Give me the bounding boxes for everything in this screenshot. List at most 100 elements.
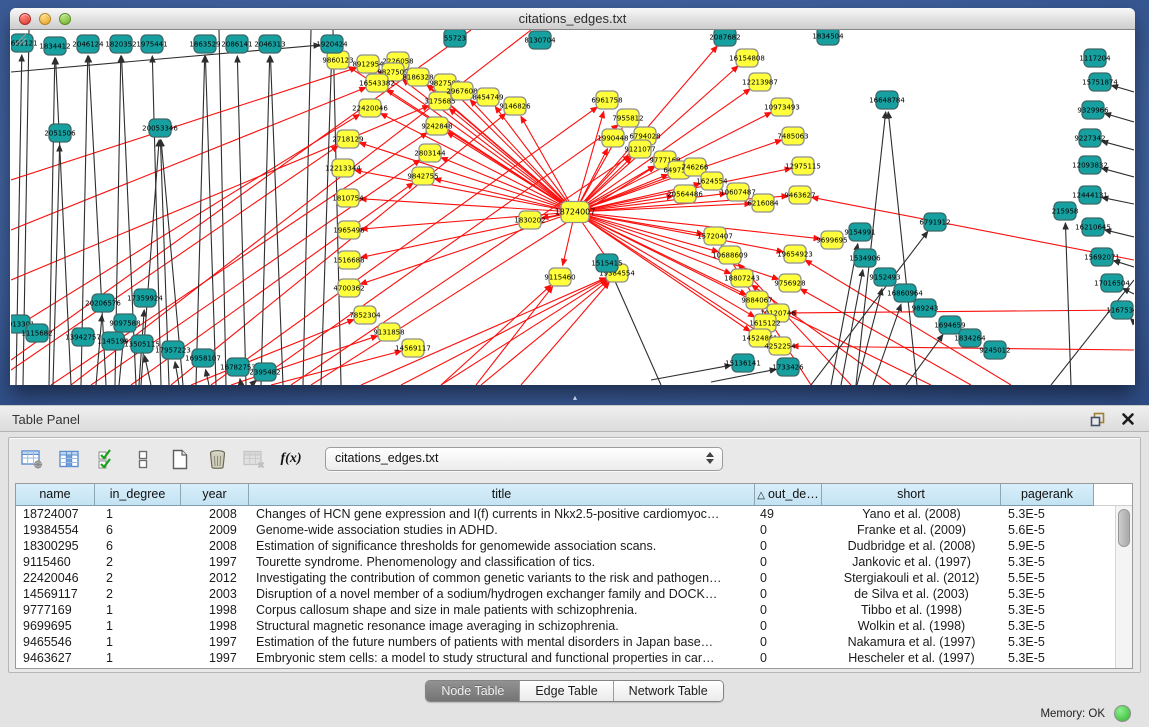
network-window-title: citations_edges.txt [10, 11, 1135, 26]
table-row[interactable]: 969969511998Structural magnetic resonanc… [16, 618, 1132, 634]
column-header-title[interactable]: title [249, 484, 755, 506]
graph-node-label: 1733426 [772, 364, 804, 372]
close-panel-icon[interactable] [1121, 412, 1135, 426]
table-cell: 5.3E-5 [1001, 634, 1094, 650]
tab-edge-table[interactable]: Edge Table [519, 681, 612, 701]
graph-edge [441, 285, 551, 385]
graph-node-label: 1965498 [333, 227, 364, 235]
table-cell: 1998 [181, 602, 249, 618]
column-header-pagerank[interactable]: pagerank [1001, 484, 1094, 506]
graph-edge [1113, 261, 1134, 267]
table-select-dropdown[interactable]: citations_edges.txt [325, 447, 723, 471]
table-cell: 2008 [181, 506, 249, 522]
table-cell: Hescheler et al. (1997) [822, 650, 1001, 666]
table-select-value: citations_edges.txt [335, 451, 439, 465]
table-row[interactable]: 1938455462009Genome-wide association stu… [16, 522, 1132, 538]
column-header-in-degree[interactable]: in_degree [95, 484, 181, 506]
memory-status-indicator[interactable] [1114, 705, 1131, 722]
graph-node-label: 9097588 [109, 320, 140, 328]
function-builder-icon[interactable]: f(x) [278, 446, 304, 472]
graph-edge [1105, 113, 1134, 122]
table-cell: Nakamura et al. (1997) [822, 634, 1001, 650]
show-columns-icon[interactable] [56, 446, 82, 472]
table-cell: 2003 [181, 586, 249, 602]
column-header-name[interactable]: name [16, 484, 95, 506]
network-window-titlebar[interactable]: citations_edges.txt [10, 8, 1135, 30]
tab-network-table[interactable]: Network Table [613, 681, 723, 701]
table-cell: Changes of HCN gene expression and I(f) … [249, 506, 755, 522]
graph-node-label: 8454749 [472, 94, 503, 102]
table-cell: 5.5E-5 [1001, 570, 1094, 586]
table-row[interactable]: 977716911998Corpus callosum shape and si… [16, 602, 1132, 618]
graph-node-label: 15136141 [725, 360, 761, 368]
graph-node-label: 1515415 [591, 260, 622, 268]
graph-edge [261, 56, 270, 385]
graph-node-label: 2803144 [414, 150, 446, 158]
table-cell: 2012 [181, 570, 249, 586]
graph-edge [219, 30, 226, 385]
graph-edge [11, 87, 366, 230]
scrollbar-thumb[interactable] [1118, 509, 1130, 547]
graph-edge [1051, 280, 1134, 385]
graph-node-label: 12213344 [325, 165, 361, 173]
table-cell: 5.3E-5 [1001, 602, 1094, 618]
table-body: 1872400712008Changes of HCN gene express… [16, 506, 1132, 666]
new-column-icon[interactable] [167, 446, 193, 472]
network-view-canvas[interactable]: 1872400798601238912954222605898275091654… [11, 30, 1134, 385]
table-panel-title: Table Panel [12, 412, 80, 427]
tab-node-table[interactable]: Node Table [426, 681, 519, 701]
table-row[interactable]: 1830029562008Estimation of significance … [16, 538, 1132, 554]
table-cell: Dudbridge et al. (2008) [822, 538, 1001, 554]
table-cell: 18724007 [16, 506, 95, 522]
resize-grip-icon[interactable] [11, 30, 27, 46]
table-row[interactable]: 946362711997Embryonic stem cells: a mode… [16, 650, 1132, 666]
graph-node-label: 2086141 [221, 41, 252, 49]
panel-splitter-handle[interactable]: ▴ [569, 394, 581, 402]
table-cell: 0 [755, 650, 822, 666]
table-toolbar: f(x) citations_edges.txt [19, 445, 723, 473]
table-row[interactable]: 2242004622012Investigating the contribut… [16, 570, 1132, 586]
table-mode-icon[interactable] [19, 446, 45, 472]
graph-node-label: 1615122 [749, 320, 780, 328]
graph-node-label: 1117204 [1079, 55, 1111, 63]
table-row[interactable]: 1872400712008Changes of HCN gene express… [16, 506, 1132, 522]
table-row[interactable]: 911546021997Tourette syndrome. Phenomeno… [16, 554, 1132, 570]
graph-node-label: 17016504 [1094, 280, 1130, 288]
graph-node-label: 9860123 [322, 57, 353, 65]
graph-node-label: 9115460 [544, 274, 575, 282]
unselect-all-columns-icon[interactable] [130, 446, 156, 472]
table-cell: 5.3E-5 [1001, 506, 1094, 522]
graph-node-label: 9245012 [979, 347, 1010, 355]
column-header-year[interactable]: year [181, 484, 249, 506]
graph-node-label: 1624554 [696, 178, 728, 186]
table-row[interactable]: 1456911722003Disruption of a novel membe… [16, 586, 1132, 602]
table-cell: de Silva et al. (2003) [822, 586, 1001, 602]
graph-edge [449, 109, 575, 212]
table-cell: Structural magnetic resonance image aver… [249, 618, 755, 634]
column-header-out-degree[interactable]: out_de… [755, 484, 822, 506]
delete-table-icon[interactable] [241, 446, 267, 472]
graph-node-label: 9329966 [1077, 107, 1109, 115]
graph-node-label: 14569117 [395, 345, 431, 353]
graph-node-label: 4700362 [333, 285, 364, 293]
table-cell: Disruption of a novel member of a sodium… [249, 586, 755, 602]
delete-column-icon[interactable] [204, 446, 230, 472]
graph-node-label: 6216084 [747, 200, 779, 208]
table-row[interactable]: 946554611997Estimation of the future num… [16, 634, 1132, 650]
table-cell: Tibbo et al. (1998) [822, 602, 1001, 618]
graph-node-label: 18724007 [555, 208, 596, 217]
select-all-columns-icon[interactable] [93, 446, 119, 472]
table-cell: Franke et al. (2009) [822, 522, 1001, 538]
graph-node-label: 9463627 [784, 192, 815, 200]
table-cell: 0 [755, 554, 822, 570]
graph-node-label: 9146826 [499, 103, 531, 111]
network-window[interactable]: citations_edges.txt 18724007986012389129… [10, 8, 1135, 385]
float-window-icon[interactable] [1090, 412, 1105, 427]
table-scrollbar[interactable] [1115, 506, 1132, 668]
table-cell: 1 [95, 506, 181, 522]
graph-node-label: 1830202 [514, 217, 545, 225]
table-cell: 1 [95, 618, 181, 634]
graph-node-label: 1820352 [105, 41, 136, 49]
column-header-short[interactable]: short [822, 484, 1001, 506]
graph-edge [651, 365, 731, 380]
